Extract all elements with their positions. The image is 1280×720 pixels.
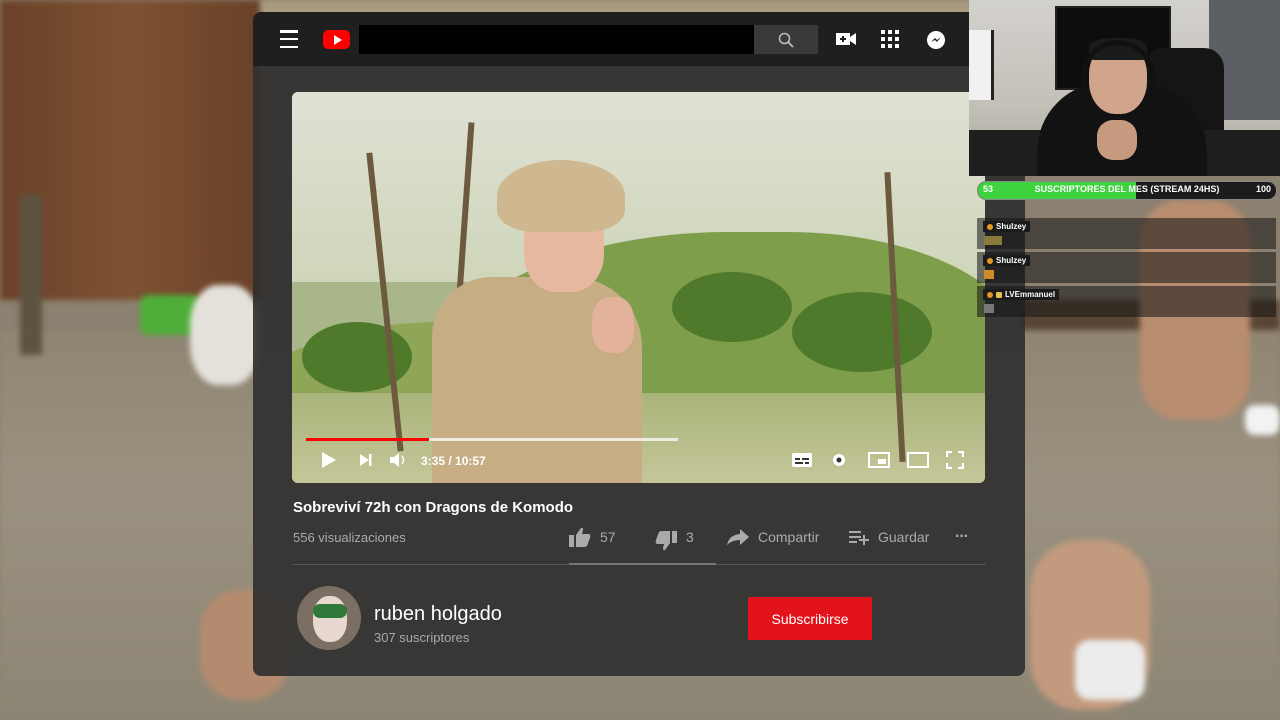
background-person-foot xyxy=(1075,640,1145,700)
progress-bar-fill xyxy=(306,438,429,441)
like-count: 57 xyxy=(600,529,616,545)
thumbs-down-icon xyxy=(655,531,677,551)
youtube-window: 3:35 / 10:57 HD Sobreviví 72h con Dragon… xyxy=(253,12,1025,676)
chat-username: LVEmmanuel xyxy=(1005,290,1056,299)
emote-icon xyxy=(984,304,994,313)
background-person-foot xyxy=(1245,405,1280,435)
goal-title: SUSCRIPTORES DEL MES (STREAM 24HS) xyxy=(1034,184,1220,194)
video-player[interactable]: 3:35 / 10:57 HD xyxy=(292,92,985,483)
miniplayer-icon[interactable] xyxy=(867,450,891,470)
search-icon xyxy=(778,32,794,48)
create-video-icon[interactable] xyxy=(836,30,856,48)
video-title: Sobreviví 72h con Dragons de Komodo xyxy=(293,499,574,516)
playlist-add-icon xyxy=(849,531,869,545)
goal-target: 100 xyxy=(1255,184,1271,194)
subscriber-count: 307 suscriptores xyxy=(374,630,470,645)
thumbs-up-icon xyxy=(569,527,591,547)
chat-icon[interactable] xyxy=(925,29,947,51)
next-icon[interactable] xyxy=(357,450,375,470)
time-display: 3:35 / 10:57 xyxy=(421,454,486,468)
settings-icon[interactable]: HD xyxy=(828,450,850,470)
video-frame-bush xyxy=(792,292,932,372)
video-frame-person-hand xyxy=(592,297,634,353)
more-icon: ··· xyxy=(955,528,969,545)
youtube-logo-icon[interactable] xyxy=(323,30,350,49)
volume-icon[interactable] xyxy=(389,450,409,470)
share-icon xyxy=(727,529,749,545)
emote-icon xyxy=(984,236,1002,245)
subtitles-icon[interactable] xyxy=(791,450,813,470)
view-count: 556 visualizaciones xyxy=(293,530,406,545)
dislike-count: 3 xyxy=(686,529,694,545)
chat-alert: Shulzey xyxy=(977,252,1276,283)
menu-icon[interactable] xyxy=(277,30,301,48)
search-input[interactable] xyxy=(359,25,754,54)
emote-icon xyxy=(984,270,994,279)
subscriber-goal-bar: 53 SUSCRIPTORES DEL MES (STREAM 24HS) 10… xyxy=(977,181,1277,200)
badge-icon xyxy=(987,257,993,264)
badge-icon xyxy=(987,291,993,298)
theater-icon[interactable] xyxy=(906,450,930,470)
player-controls: 3:35 / 10:57 HD xyxy=(292,444,985,480)
subscribe-button[interactable]: Subscribirse xyxy=(748,597,872,640)
youtube-header xyxy=(253,12,969,66)
share-label: Compartir xyxy=(758,529,820,545)
save-button[interactable]: Guardar xyxy=(849,526,929,548)
play-icon[interactable] xyxy=(319,450,339,470)
channel-name[interactable]: ruben holgado xyxy=(374,603,502,626)
chat-alert: LVEmmanuel xyxy=(977,286,1276,317)
video-frame-person-hat xyxy=(497,160,625,232)
search-button[interactable] xyxy=(754,25,818,54)
like-button[interactable]: 57 xyxy=(569,526,616,548)
background-pole xyxy=(20,195,42,355)
more-button[interactable]: ··· xyxy=(955,526,969,548)
background-sack xyxy=(190,285,260,385)
webcam-streamer-hand xyxy=(1097,120,1137,160)
badge-icon xyxy=(987,223,993,230)
share-button[interactable]: Compartir xyxy=(727,526,819,548)
save-label: Guardar xyxy=(878,529,930,545)
progress-bar[interactable] xyxy=(306,438,678,441)
fullscreen-icon[interactable] xyxy=(944,450,966,470)
sentiment-bar xyxy=(569,563,716,565)
badge-icon xyxy=(996,291,1002,298)
chat-username: Shulzey xyxy=(996,256,1027,265)
apps-icon[interactable] xyxy=(880,29,900,49)
chat-username: Shulzey xyxy=(996,222,1027,231)
webcam-side-monitor xyxy=(969,30,994,100)
chat-alert: Shulzey xyxy=(977,218,1276,249)
streamer-webcam xyxy=(969,0,1280,176)
video-frame-bush xyxy=(672,272,792,342)
channel-avatar[interactable] xyxy=(297,586,361,650)
dislike-button[interactable]: 3 xyxy=(655,526,694,551)
